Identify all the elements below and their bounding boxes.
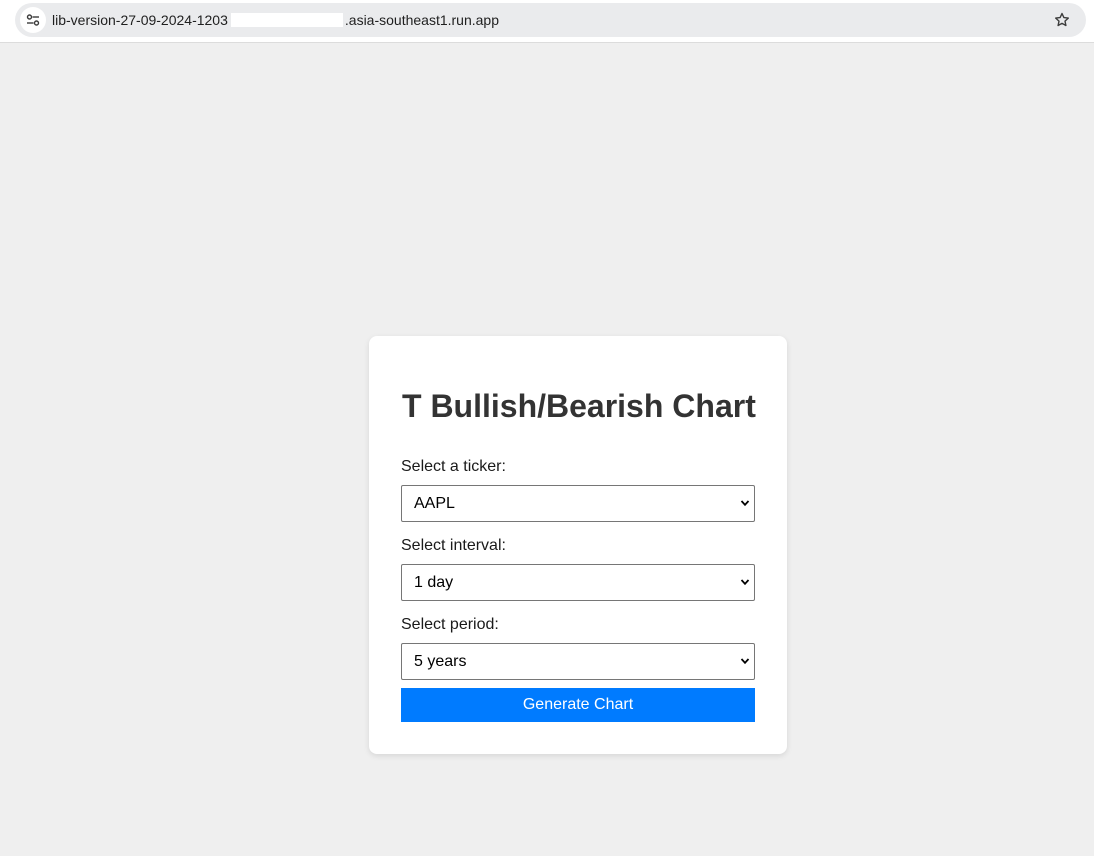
url-suffix: .asia-southeast1.run.app (344, 12, 499, 28)
generate-chart-button[interactable]: Generate Chart (401, 688, 755, 722)
period-select-value: 5 years (414, 653, 467, 670)
url-redaction (230, 13, 343, 27)
url-text[interactable]: lib-version-27-09-2024-1203 .asia-southea… (52, 3, 499, 37)
star-icon (1055, 12, 1069, 27)
ticker-label: Select a ticker: (401, 458, 506, 475)
interval-select-value: 1 day (414, 574, 454, 591)
chart-form-card: T Bullish/Bearish Chart Select a ticker:… (369, 336, 787, 754)
browser-toolbar: lib-version-27-09-2024-1203 .asia-southea… (0, 0, 1094, 43)
period-select[interactable]: 5 years (401, 643, 755, 680)
chevron-down-icon (740, 658, 750, 665)
period-label: Select period: (401, 616, 499, 633)
ticker-select[interactable]: AAPL (401, 485, 755, 522)
site-info-button[interactable] (20, 7, 46, 33)
bookmark-button[interactable] (1052, 10, 1072, 30)
interval-select[interactable]: 1 day (401, 564, 755, 601)
address-bar[interactable]: lib-version-27-09-2024-1203 .asia-southea… (15, 3, 1086, 37)
chevron-down-icon (740, 500, 750, 507)
ticker-select-value: AAPL (414, 495, 455, 512)
interval-label: Select interval: (401, 537, 506, 554)
url-prefix: lib-version-27-09-2024-1203 (52, 12, 228, 28)
chevron-down-icon (740, 579, 750, 586)
page-title: T Bullish/Bearish Chart (402, 388, 756, 424)
tune-icon (26, 14, 40, 26)
